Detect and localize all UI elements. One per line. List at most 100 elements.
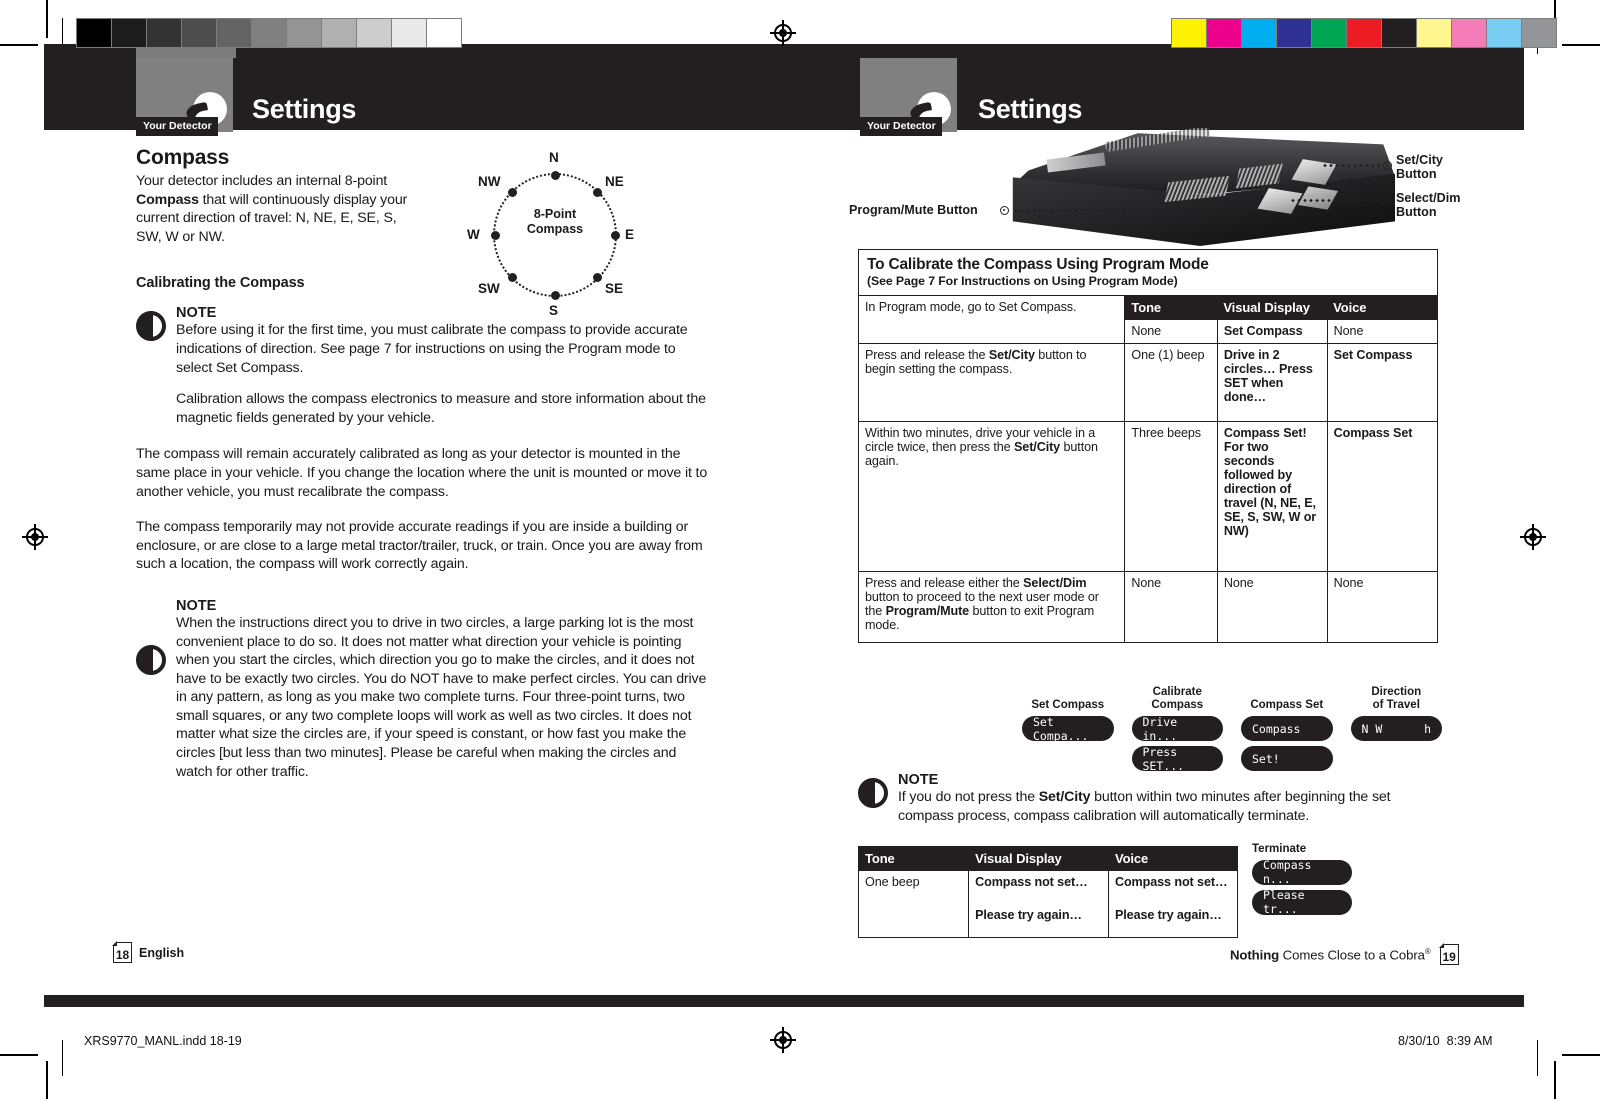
terminate-cell: Please try again… bbox=[968, 904, 1109, 937]
swatch-9 bbox=[1487, 19, 1521, 47]
swatch-10 bbox=[427, 19, 461, 47]
note-1-paragraph-2: Calibration allows the compass electroni… bbox=[176, 391, 706, 426]
swatch-4 bbox=[217, 19, 251, 47]
grayscale-step-wedge bbox=[76, 18, 462, 48]
lcd-screen: Compass bbox=[1241, 716, 1333, 741]
compass-center-label: 8-Point Compass bbox=[503, 207, 607, 237]
action-cell: Press and release either the Select/Dim … bbox=[859, 571, 1125, 642]
terminate-cell: Compass not set… bbox=[1107, 871, 1237, 904]
lcd-screen: Please tr... bbox=[1252, 888, 1352, 916]
compass-center-line1: 8-Point bbox=[533, 207, 577, 221]
lcd-screen: Compass n... bbox=[1252, 858, 1352, 886]
right-page-footer: Nothing Comes Close to a Cobra® 19 bbox=[1230, 943, 1459, 965]
swatch-5 bbox=[252, 19, 286, 47]
terminate-cell: Compass not set… bbox=[968, 871, 1109, 904]
note-bell-icon bbox=[858, 778, 888, 808]
callout-set-city-leader bbox=[1322, 164, 1380, 167]
left-page-tab-label: Your Detector bbox=[136, 117, 218, 136]
cobra-tagline: Nothing Comes Close to a Cobra® bbox=[1230, 947, 1431, 962]
swatch-7 bbox=[322, 19, 356, 47]
action-cell: Press and release the Set/City button to… bbox=[859, 343, 1125, 422]
callout-select-dim-bullet bbox=[1383, 196, 1392, 205]
swatch-4 bbox=[1312, 19, 1346, 47]
compass-dot-s bbox=[550, 290, 560, 300]
compass-dot-nw bbox=[508, 188, 517, 197]
callout-set-city-line2: Button bbox=[1396, 167, 1437, 181]
cell-tone: None bbox=[1124, 571, 1218, 642]
compass-intro-paragraph: Your detector includes an internal 8-poi… bbox=[136, 173, 408, 245]
paragraph-temporary-readings: The compass temporarily may not provide … bbox=[136, 519, 703, 573]
column-header-tone: Tone bbox=[1124, 296, 1218, 320]
registration-mark-left bbox=[22, 524, 48, 550]
column-header-voice: Voice bbox=[1327, 296, 1437, 320]
swatch-5 bbox=[1347, 19, 1381, 47]
compass-dot-se bbox=[593, 273, 602, 282]
callout-program-mute-bullet bbox=[1000, 206, 1009, 215]
left-page-title: Settings bbox=[252, 94, 357, 124]
cell-tone: None bbox=[1124, 320, 1218, 344]
compass-dot-sw bbox=[508, 273, 517, 282]
swatch-6 bbox=[1382, 19, 1416, 47]
crop-mark-inner-right-bottom bbox=[1537, 1040, 1539, 1076]
print-timestamp: 8/30/10 8:39 AM bbox=[1398, 1034, 1493, 1048]
terminate-lcd-screens: Compass n... Please tr... bbox=[1252, 858, 1352, 916]
callout-select-dim-line1: Select/Dim bbox=[1396, 191, 1461, 205]
left-page-footer: 18 English bbox=[112, 941, 184, 963]
swatch-1 bbox=[1207, 19, 1241, 47]
registration-mark-bottom bbox=[770, 1027, 796, 1053]
terminate-column-visual-display: Visual Display bbox=[968, 847, 1109, 871]
note-2-label: NOTE bbox=[176, 597, 217, 614]
note-block-2: NOTE When the instructions direct you to… bbox=[136, 598, 716, 781]
detector-product-photo bbox=[1005, 128, 1395, 246]
tagline-rest: Comes Close to a Cobra bbox=[1279, 947, 1425, 963]
cell-visual-display: None bbox=[1216, 571, 1328, 642]
crop-mark-bottom-left-v bbox=[46, 1061, 48, 1099]
crop-mark-bottom-right-h bbox=[1562, 1054, 1600, 1056]
right-page-header-band bbox=[860, 58, 1524, 130]
print-time: 8:39 AM bbox=[1446, 1034, 1493, 1048]
crop-mark-bottom-right-v bbox=[1554, 1061, 1556, 1099]
registration-mark-right bbox=[1520, 524, 1546, 550]
compass-dot-ne bbox=[593, 188, 602, 197]
left-page-number: 18 bbox=[112, 941, 132, 963]
calibration-table: In Program mode, go to Set Compass. Tone V… bbox=[859, 296, 1437, 642]
calibration-table-title: To Calibrate the Compass Using Program M… bbox=[867, 256, 1209, 273]
terminate-column-voice: Voice bbox=[1107, 847, 1237, 871]
callout-select-dim-line2: Button bbox=[1396, 205, 1437, 219]
crop-mark-inner-left-bottom bbox=[62, 1040, 64, 1076]
swatch-6 bbox=[287, 19, 321, 47]
compass-dot-n bbox=[550, 170, 560, 180]
swatch-1 bbox=[112, 19, 146, 47]
note-bell-icon bbox=[136, 644, 166, 675]
lcd-screen: N Wh bbox=[1350, 716, 1442, 741]
compass-center-line2: Compass bbox=[526, 222, 584, 236]
crop-mark-top-left-v bbox=[46, 0, 48, 38]
column-header-visual-display: Visual Display bbox=[1217, 296, 1328, 320]
compass-label-n: N bbox=[549, 150, 559, 165]
lcd-screen: Drive in... bbox=[1131, 715, 1223, 743]
swatch-9 bbox=[392, 19, 426, 47]
tagline-trademark: ® bbox=[1424, 946, 1431, 956]
terminate-table-wrapper: Tone Visual Display Voice One beep Compass … bbox=[858, 846, 1238, 938]
compass-label-sw: SW bbox=[478, 281, 500, 296]
swatch-2 bbox=[1242, 19, 1276, 47]
cell-tone: Three beeps bbox=[1124, 421, 1218, 572]
callout-program-mute-leader bbox=[1013, 209, 1258, 212]
crop-mark-bottom-left-h bbox=[0, 1054, 38, 1056]
compass-label-w: W bbox=[467, 227, 480, 242]
callout-set-city-bullet bbox=[1383, 161, 1392, 170]
right-page-title: Settings bbox=[978, 94, 1083, 124]
lcd-group-3: Direction of Travel N Wh bbox=[1350, 686, 1442, 741]
calibration-table-subtitle: (See Page 7 For Instructions on Using Pr… bbox=[867, 274, 1178, 288]
lcd-screen: Press SET... bbox=[1131, 745, 1223, 773]
lcd-group-2: Compass Set Compass Set! bbox=[1241, 686, 1333, 771]
cell-tone: One (1) beep bbox=[1124, 343, 1218, 422]
terminate-column-tone: Tone bbox=[859, 847, 969, 871]
terminate-cell: Please try again… bbox=[1107, 904, 1237, 937]
right-note-text: If you do not press the Set/City button … bbox=[898, 789, 1391, 824]
compass-label-se: SE bbox=[605, 281, 624, 296]
table-row: In Program mode, go to Set Compass. Tone V… bbox=[859, 296, 1437, 320]
callout-select-dim-label: Select/Dim Button bbox=[1396, 191, 1460, 219]
swatch-8 bbox=[357, 19, 391, 47]
terminate-lcd-label: Terminate bbox=[1252, 843, 1307, 855]
